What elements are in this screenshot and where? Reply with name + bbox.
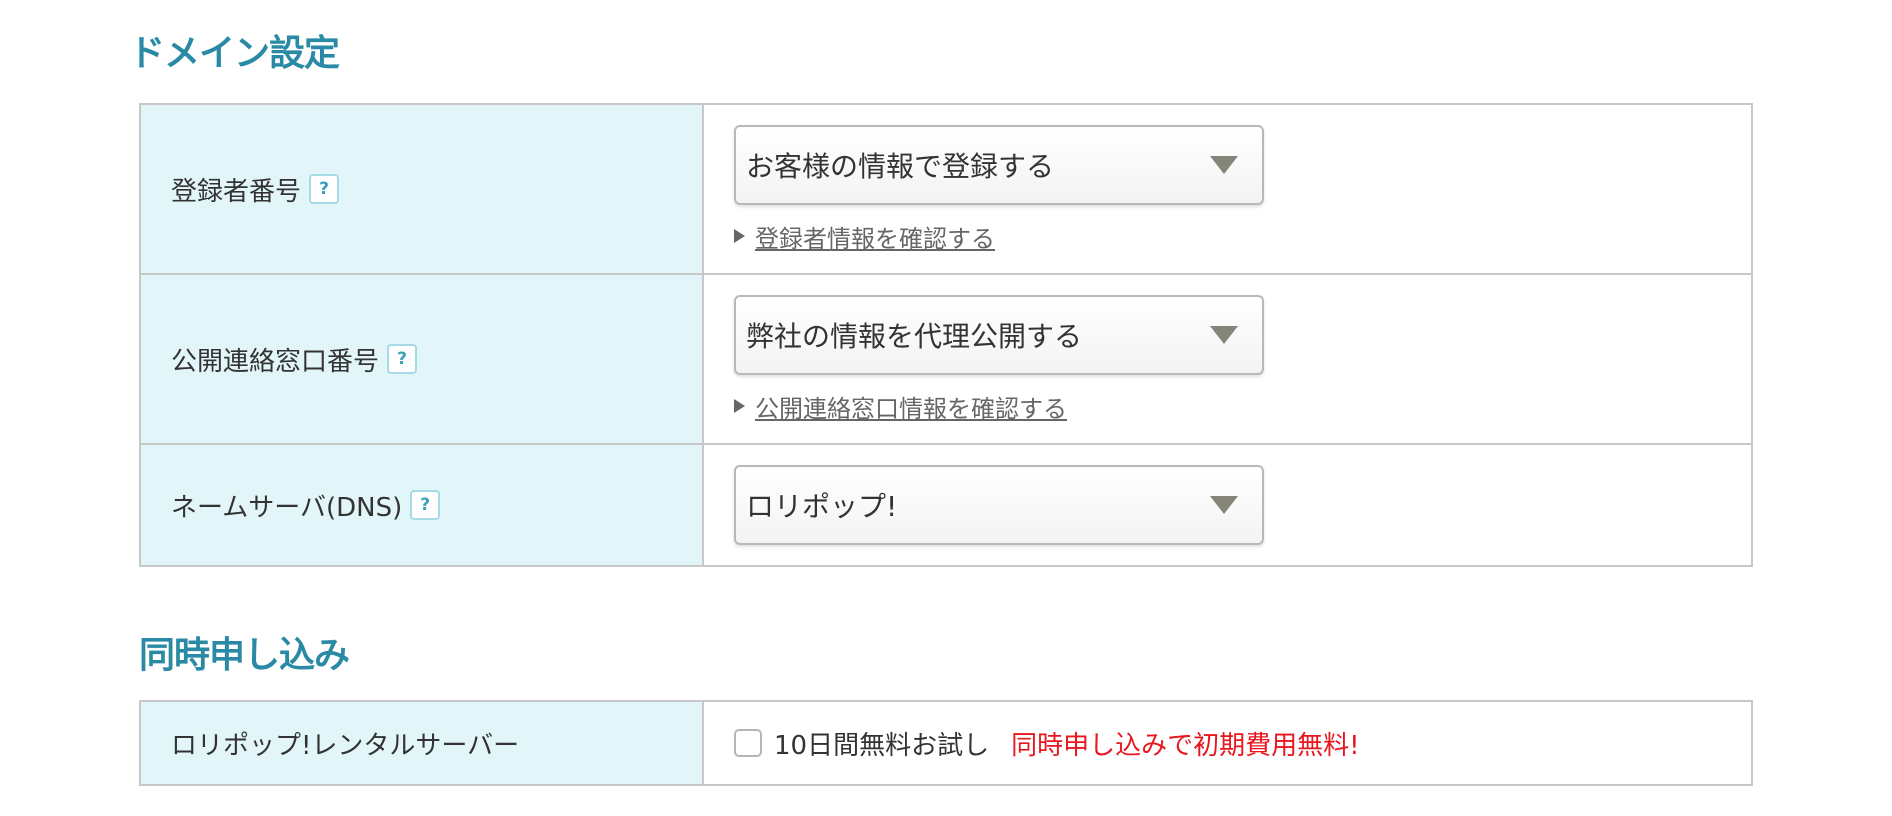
rental-server-label: ロリポップ!レンタルサーバー [171,730,520,761]
free-trial-label[interactable]: 10日間無料お試し [774,725,989,762]
rental-server-label-cell: ロリポップ!レンタルサーバー [139,700,704,786]
public-contact-help-icon[interactable]: ? [387,344,418,374]
registrant-label-cell: 登録者番号 ? [139,103,704,275]
nameserver-label: ネームサーバ(DNS) [171,492,403,523]
registrant-help-icon[interactable]: ? [309,174,340,204]
registrant-label: 登録者番号 [171,176,302,207]
promo-text: 同時申し込みで初期費用無料! [1011,730,1360,761]
simultaneous-application-table: ロリポップ!レンタルサーバー 10日間無料お試し 同時申し込みで初期費用無料! [139,700,1753,786]
public-contact-row: 公開連絡窓口番号 ? 弊社の情報を代理公開する 公開連絡窓口情報を確認する [139,273,1753,445]
nameserver-label-cell: ネームサーバ(DNS) ? [139,443,704,567]
public-contact-confirm-link[interactable]: 公開連絡窓口情報を確認する [755,389,1067,424]
triangle-right-icon [734,229,745,243]
public-contact-select-value: 弊社の情報を代理公開する [746,319,1083,353]
nameserver-select[interactable]: ロリポップ! [734,465,1264,545]
domain-settings-table: 登録者番号 ? お客様の情報で登録する 登録者情報を確認する 公開連絡窓口番号 … [139,103,1753,567]
rental-server-value-cell: 10日間無料お試し 同時申し込みで初期費用無料! [702,700,1753,786]
registrant-confirm-link[interactable]: 登録者情報を確認する [755,219,995,254]
nameserver-value-cell: ロリポップ! [702,443,1753,567]
public-contact-label-cell: 公開連絡窓口番号 ? [139,273,704,445]
registrant-value-cell: お客様の情報で登録する 登録者情報を確認する [702,103,1753,275]
registrant-row: 登録者番号 ? お客様の情報で登録する 登録者情報を確認する [139,103,1753,275]
nameserver-select-value: ロリポップ! [746,490,898,523]
chevron-down-icon [1210,496,1238,514]
registrant-select[interactable]: お客様の情報で登録する [734,124,1264,205]
simultaneous-application-title: 同時申し込み [139,635,350,676]
nameserver-row: ネームサーバ(DNS) ? ロリポップ! [139,443,1753,567]
domain-settings-title: ドメイン設定 [129,33,340,74]
chevron-down-icon [1210,325,1238,344]
registrant-select-value: お客様の情報で登録する [746,149,1055,183]
public-contact-label: 公開連絡窓口番号 [171,346,380,377]
free-trial-checkbox[interactable] [734,729,762,757]
public-contact-value-cell: 弊社の情報を代理公開する 公開連絡窓口情報を確認する [702,273,1753,445]
public-contact-select[interactable]: 弊社の情報を代理公開する [734,294,1264,375]
chevron-down-icon [1210,155,1238,174]
rental-server-row: ロリポップ!レンタルサーバー 10日間無料お試し 同時申し込みで初期費用無料! [139,700,1753,786]
triangle-right-icon [734,399,745,413]
nameserver-help-icon[interactable]: ? [410,490,441,520]
